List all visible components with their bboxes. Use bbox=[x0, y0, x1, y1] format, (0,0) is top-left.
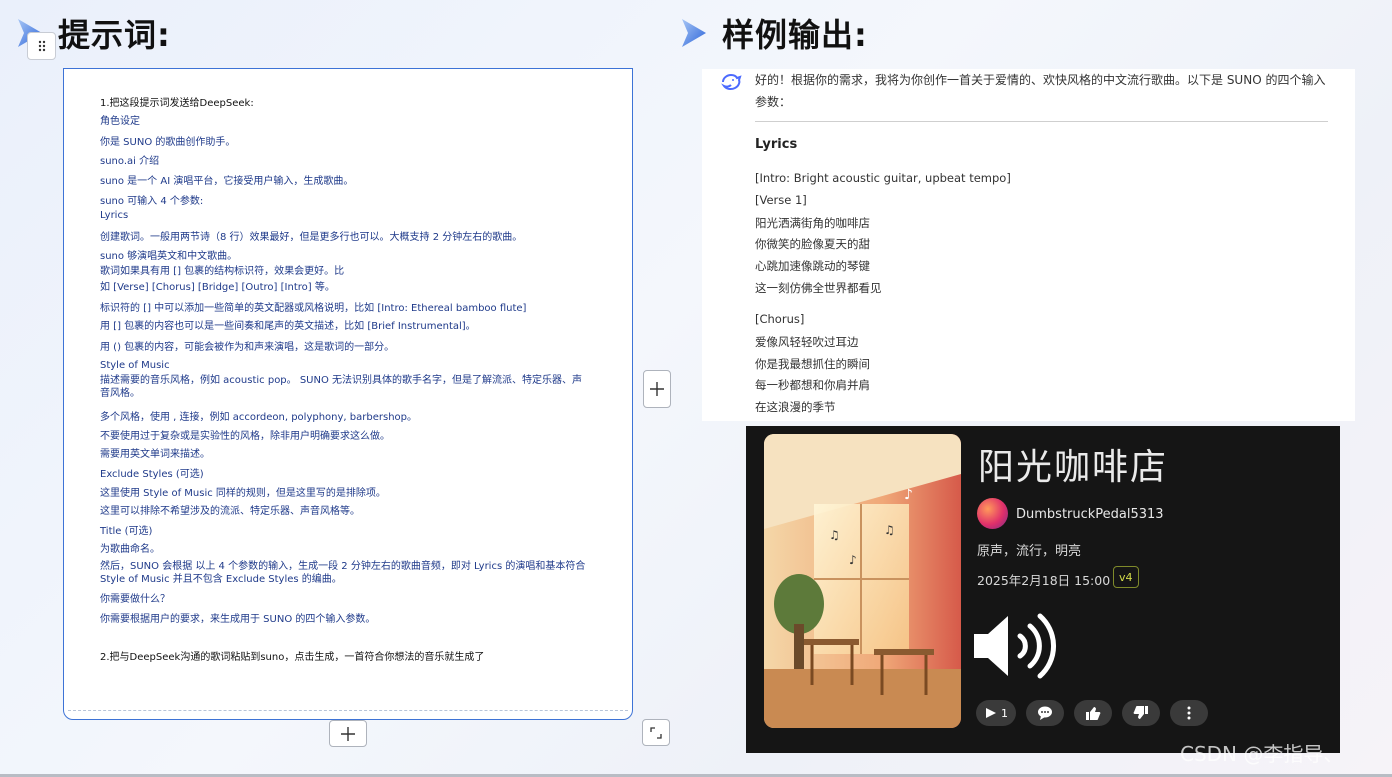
song-actions: 1 bbox=[976, 700, 1208, 726]
doc-line: 歌词如果具有用 [] 包裹的结构标识符，效果会更好。比 bbox=[100, 266, 345, 277]
doc-line: suno 够演唱英文和中文歌曲。 bbox=[100, 251, 238, 262]
prompt-title: 提示词: bbox=[58, 16, 171, 54]
doc-line: Title (可选) bbox=[100, 526, 153, 537]
svg-text:♪: ♪ bbox=[849, 553, 857, 567]
comment-button[interactable] bbox=[1026, 700, 1064, 726]
dislike-button[interactable] bbox=[1122, 700, 1160, 726]
more-button[interactable] bbox=[1170, 700, 1208, 726]
chat-intro-text: 好的！根据你的需求，我将为你创作一首关于爱情的、欢快风格的中文流行歌曲。以下是 … bbox=[755, 73, 1326, 109]
play-count: 1 bbox=[1001, 706, 1008, 720]
output-title: 样例输出: bbox=[722, 16, 868, 54]
doc-line: suno.ai 介绍 bbox=[100, 156, 160, 167]
play-button[interactable]: 1 bbox=[976, 700, 1016, 726]
output-header: 样例输出: bbox=[680, 10, 868, 56]
doc-line: 1.把这段提示词发送给DeepSeek: bbox=[100, 98, 254, 109]
doc-line: 这里使用 Style of Music 同样的规则，但是这里写的是排除项。 bbox=[100, 488, 386, 499]
lyric-line: 每一秒都想和你肩并肩 bbox=[755, 378, 870, 392]
add-below-button[interactable] bbox=[329, 720, 367, 747]
doc-line: 用 () 包裹的内容，可能会被作为和声来演唱，这是歌词的一部分。 bbox=[100, 342, 395, 353]
song-date: 2025年2月18日 15:00 bbox=[977, 573, 1111, 588]
deepseek-avatar bbox=[718, 71, 744, 93]
doc-line: Exclude Styles (可选) bbox=[100, 469, 204, 480]
thumbs-up-icon bbox=[1086, 707, 1101, 720]
triangle-arrow-icon bbox=[682, 19, 706, 47]
divider bbox=[755, 121, 1328, 122]
doc-line: 你是 SUNO 的歌曲创作助手。 bbox=[100, 137, 236, 148]
plus-icon bbox=[650, 382, 664, 396]
lyric-line: [Verse 1] bbox=[755, 193, 807, 207]
lyric-line: 阳光洒满街角的咖啡店 bbox=[755, 216, 870, 230]
doc-line: Style of Music bbox=[100, 360, 170, 371]
comment-icon bbox=[1038, 706, 1052, 720]
resize-corner-button[interactable] bbox=[642, 719, 670, 746]
more-vertical-icon bbox=[1187, 706, 1191, 720]
svg-text:♫: ♫ bbox=[884, 523, 895, 537]
lyric-line: [Chorus] bbox=[755, 312, 805, 326]
version-badge: v4 bbox=[1113, 566, 1139, 588]
speaker-volume-icon bbox=[974, 613, 1056, 679]
doc-line: suno 是一个 AI 演唱平台，它接受用户输入，生成歌曲。 bbox=[100, 176, 354, 187]
doc-line: 如 [Verse] [Chorus] [Bridge] [Outro] [Int… bbox=[100, 282, 335, 293]
doc-line: 然后，SUNO 会根据 以上 4 个参数的输入，生成一段 2 分钟左右的歌曲音频… bbox=[100, 561, 586, 585]
doc-line: 多个风格，使用 , 连接，例如 accordeon, polyphony, ba… bbox=[100, 412, 417, 423]
doc-line: Lyrics bbox=[100, 210, 129, 221]
resize-corner-icon bbox=[650, 726, 662, 739]
doc-line: 你需要做什么？ bbox=[100, 594, 170, 605]
grip-dots-icon bbox=[38, 40, 45, 52]
doc-line: 2.把与DeepSeek沟通的歌词粘贴到suno，点击生成，一首符合你想法的音乐… bbox=[100, 652, 485, 663]
lyric-line: 在这浪漫的季节 bbox=[755, 400, 836, 414]
song-tags: 原声，流行，明亮 bbox=[977, 544, 1082, 559]
prompt-document[interactable]: 1.把这段提示词发送给DeepSeek: 角色设定 你是 SUNO 的歌曲创作助… bbox=[63, 68, 633, 720]
lyric-line: 心跳加速像跳动的琴键 bbox=[755, 259, 870, 273]
drag-handle[interactable] bbox=[27, 32, 56, 60]
artist-name[interactable]: DumbstruckPedal5313 bbox=[1016, 507, 1164, 522]
lyric-line: 你微笑的脸像夏天的甜 bbox=[755, 237, 870, 251]
cover-art[interactable]: ♪ ♫ ♪ ♫ bbox=[764, 434, 961, 728]
play-icon bbox=[986, 708, 996, 718]
like-button[interactable] bbox=[1074, 700, 1112, 726]
svg-text:♫: ♫ bbox=[829, 528, 840, 542]
lyric-line: 你是我最想抓住的瞬间 bbox=[755, 357, 870, 371]
doc-line: 你需要根据用户的要求，来生成用于 SUNO 的四个输入参数。 bbox=[100, 614, 376, 625]
doc-line: 创建歌词。一般用两节诗（8 行）效果最好，但是更多行也可以。大概支持 2 分钟左… bbox=[100, 232, 523, 243]
svg-text:♪: ♪ bbox=[904, 487, 913, 503]
doc-line: 这里可以排除不希望涉及的流派、特定乐器、声音风格等。 bbox=[100, 506, 360, 517]
doc-line: 为歌曲命名。 bbox=[100, 544, 160, 555]
song-card[interactable]: ♪ ♫ ♪ ♫ 阳光咖啡店 DumbstruckPedal5313 原声，流行，… bbox=[746, 426, 1340, 753]
chat-response-panel: 好的！根据你的需求，我将为你创作一首关于爱情的、欢快风格的中文流行歌曲。以下是 … bbox=[702, 69, 1355, 421]
plus-icon bbox=[341, 726, 355, 741]
lyric-line: 爱像风轻轻吹过耳边 bbox=[755, 335, 859, 349]
doc-line: 不要使用过于复杂或是实验性的风格，除非用户明确要求这么做。 bbox=[100, 431, 390, 442]
doc-line: 需要用英文单词来描述。 bbox=[100, 449, 210, 460]
doc-line: 标识符的 [] 中可以添加一些简单的英文配器或风格说明，比如 [Intro: E… bbox=[100, 303, 527, 314]
artist-avatar[interactable] bbox=[977, 498, 1008, 529]
whale-icon bbox=[721, 73, 742, 91]
doc-line: 用 [] 包裹的内容也可以是一些间奏和尾声的英文描述，比如 [Brief Ins… bbox=[100, 321, 476, 332]
lyric-line: 这一刻仿佛全世界都看见 bbox=[755, 281, 882, 295]
lyrics-heading: Lyrics bbox=[755, 137, 798, 152]
song-title: 阳光咖啡店 bbox=[978, 447, 1169, 488]
doc-line: 描述需要的音乐风格，例如 acoustic pop。 SUNO 无法识别具体的歌… bbox=[100, 375, 583, 399]
doc-line: 角色设定 bbox=[100, 116, 140, 127]
lyric-line: [Intro: Bright acoustic guitar, upbeat t… bbox=[755, 171, 1011, 185]
doc-line: suno 可输入 4 个参数: bbox=[100, 196, 204, 207]
add-block-button[interactable] bbox=[643, 370, 671, 408]
watermark: CSDN @李指导、 bbox=[1180, 742, 1344, 766]
thumbs-down-icon bbox=[1133, 706, 1148, 719]
